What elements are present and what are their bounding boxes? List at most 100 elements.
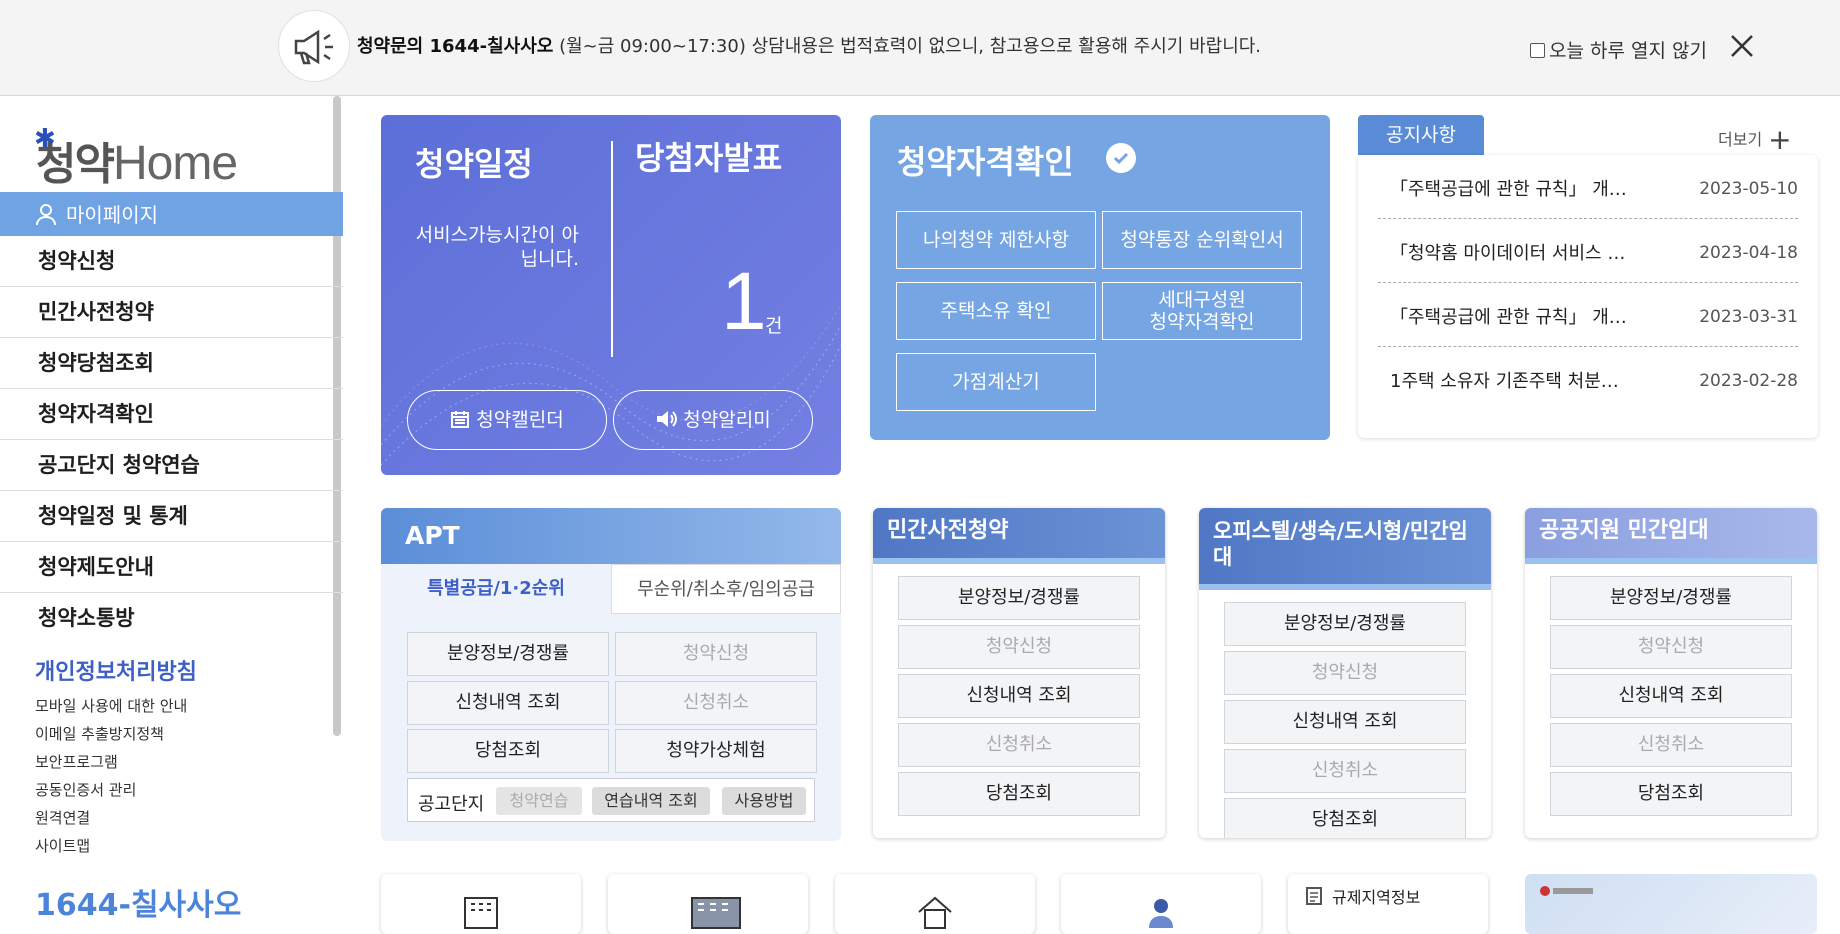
tab-special-supply[interactable]: 특별공급/1·2순위	[381, 564, 611, 614]
qualification-title[interactable]: 청약자격확인	[897, 137, 1074, 183]
apt-card: APT 특별공급/1·2순위 무순위/취소후/임의공급 분양정보/경쟁률 청약신…	[381, 508, 841, 841]
schedule-card: 청약일정 당첨자발표 서비스가능시간이 아닙니다. 1 건 청약캘린더 청약알리…	[381, 115, 841, 475]
sidebar-item-apply[interactable]: 청약신청	[0, 236, 343, 287]
winner-count[interactable]: 1	[721, 255, 767, 349]
house-ownership-button[interactable]: 주택소유 확인	[896, 282, 1096, 340]
footer-link-cert[interactable]: 공동인증서 관리	[35, 776, 187, 804]
logo-star-icon: ✱	[34, 124, 56, 154]
notice-item[interactable]: 「주택공급에 관한 규칙」 개… 2023-05-10	[1378, 155, 1798, 219]
sidebar-item-private-pre[interactable]: 민간사전청약	[0, 287, 343, 338]
notice-item[interactable]: 1주택 소유자 기존주택 처분… 2023-02-28	[1378, 347, 1798, 411]
private-pre-card: 민간사전청약 분양정보/경쟁률 청약신청 신청내역 조회 신청취소 당첨조회	[873, 508, 1165, 838]
sidebar-item-practice[interactable]: 공고단지 청약연습	[0, 440, 343, 491]
site-logo[interactable]: ✱ 청약Home	[34, 124, 256, 190]
officetel-card: 오피스텔/생숙/도시형/민간임대 분양정보/경쟁률 청약신청 신청내역 조회 신…	[1199, 508, 1491, 838]
officetel-cancel-button[interactable]: 신청취소	[1224, 749, 1466, 793]
score-calculator-button[interactable]: 가점계산기	[896, 353, 1096, 411]
rental-cancel-button[interactable]: 신청취소	[1550, 723, 1792, 767]
practice-label: 공고단지	[418, 794, 485, 815]
officetel-history-button[interactable]: 신청내역 조회	[1224, 700, 1466, 744]
practice-button[interactable]: 청약연습	[496, 787, 582, 815]
megaphone-icon	[278, 10, 350, 82]
privacy-policy-link[interactable]: 개인정보처리방침	[35, 654, 197, 686]
mypage-link[interactable]: 마이페이지	[0, 192, 343, 236]
apt-practice-bar: 공고단지 청약연습 연습내역 조회 사용방법	[407, 778, 815, 822]
apt-history-button[interactable]: 신청내역 조회	[407, 681, 609, 725]
notice-text: 청약문의 1644-칠사사오 (월~금 09:00~17:30) 상담내용은 법…	[357, 36, 1262, 57]
apt-title: APT	[381, 508, 841, 564]
sidebar-item-system-guide[interactable]: 청약제도안내	[0, 542, 343, 593]
apt-virtual-experience-button[interactable]: 청약가상체험	[615, 729, 817, 773]
winner-announcement-title[interactable]: 당첨자발표	[635, 139, 815, 177]
private-pre-title: 민간사전청약	[873, 508, 1165, 564]
notice-item[interactable]: 「청약홈 마이데이터 서비스 … 2023-04-18	[1378, 219, 1798, 283]
consultant-icon	[1149, 899, 1173, 928]
quick-link-house[interactable]	[835, 874, 1035, 934]
public-rental-title: 공공지원 민간임대	[1525, 508, 1817, 564]
more-link[interactable]: 더보기 +	[1718, 123, 1792, 156]
calendar-button[interactable]: 청약캘린더	[407, 390, 607, 450]
footer-link-remote[interactable]: 원격연결	[35, 804, 187, 832]
house-icon	[918, 896, 952, 929]
apt-winner-button[interactable]: 당첨조회	[407, 729, 609, 773]
building-icon	[464, 897, 498, 929]
sidebar-menu: 청약신청 민간사전청약 청약당첨조회 청약자격확인 공고단지 청약연습 청약일정…	[0, 236, 343, 644]
footer-link-sitemap[interactable]: 사이트맵	[35, 832, 187, 860]
checkbox-icon[interactable]	[1530, 43, 1545, 58]
footer-link-mobile[interactable]: 모바일 사용에 대한 안내	[35, 692, 187, 720]
phone-number: 1644-칠사사오	[35, 888, 242, 923]
private-cancel-button[interactable]: 신청취소	[898, 723, 1140, 767]
notice-panel: 공지사항 더보기 + 「주택공급에 관한 규칙」 개… 2023-05-10 「청약…	[1358, 115, 1818, 438]
no-show-today-checkbox[interactable]: 오늘 하루 열지 않기	[1530, 36, 1707, 63]
apt-apply-button[interactable]: 청약신청	[615, 632, 817, 676]
private-history-button[interactable]: 신청내역 조회	[898, 674, 1140, 718]
winner-count-unit: 건	[765, 315, 783, 337]
sidebar-item-community[interactable]: 청약소통방	[0, 593, 343, 644]
rental-history-button[interactable]: 신청내역 조회	[1550, 674, 1792, 718]
usage-guide-button[interactable]: 사용방법	[722, 787, 806, 815]
private-sale-info-button[interactable]: 분양정보/경쟁률	[898, 576, 1140, 620]
footer-link-security[interactable]: 보안프로그램	[35, 748, 187, 776]
public-rental-card: 공공지원 민간임대 분양정보/경쟁률 청약신청 신청내역 조회 신청취소 당첨조…	[1525, 508, 1817, 838]
private-apply-button[interactable]: 청약신청	[898, 625, 1140, 669]
tab-unranked-supply[interactable]: 무순위/취소후/임의공급	[611, 564, 841, 614]
service-hours-message: 서비스가능시간이 아닙니다.	[415, 224, 579, 270]
sidebar-item-schedule-stats[interactable]: 청약일정 및 통계	[0, 491, 343, 542]
qualification-card: 청약자격확인 나의청약 제한사항 청약통장 순위확인서 주택소유 확인 세대구성…	[870, 115, 1330, 440]
household-qualification-button[interactable]: 세대구성원 청약자격확인	[1102, 282, 1302, 340]
notice-tab[interactable]: 공지사항	[1358, 115, 1484, 155]
practice-history-button[interactable]: 연습내역 조회	[592, 787, 710, 815]
divider	[611, 141, 613, 357]
officetel-winner-button[interactable]: 당첨조회	[1224, 798, 1466, 838]
notice-list: 「주택공급에 관한 규칙」 개… 2023-05-10 「청약홈 마이데이터 서비…	[1358, 155, 1818, 438]
footer-link-email[interactable]: 이메일 추출방지정책	[35, 720, 187, 748]
notice-item[interactable]: 「주택공급에 관한 규칙」 개… 2023-03-31	[1378, 283, 1798, 347]
footer-links: 모바일 사용에 대한 안내 이메일 추출방지정책 보안프로그램 공동인증서 관리…	[35, 692, 187, 860]
alarm-button[interactable]: 청약알리미	[613, 390, 813, 450]
quick-link-building[interactable]	[381, 874, 581, 934]
schedule-title[interactable]: 청약일정	[415, 139, 533, 185]
speaker-icon	[657, 411, 678, 427]
document-icon	[1306, 887, 1322, 905]
close-icon[interactable]	[1728, 32, 1756, 60]
rental-winner-button[interactable]: 당첨조회	[1550, 772, 1792, 816]
check-circle-icon	[1106, 143, 1136, 173]
user-icon	[36, 204, 56, 226]
sidebar-item-winner-check[interactable]: 청약당첨조회	[0, 338, 343, 389]
apt-cancel-button[interactable]: 신청취소	[615, 681, 817, 725]
quick-link-regulation[interactable]: 규제지역정보	[1288, 874, 1488, 934]
my-restriction-button[interactable]: 나의청약 제한사항	[896, 211, 1096, 269]
account-rank-button[interactable]: 청약통장 순위확인서	[1102, 211, 1302, 269]
top-notice-bar: 청약문의 1644-칠사사오 (월~금 09:00~17:30) 상담내용은 법…	[0, 0, 1840, 96]
sidebar-item-qualification[interactable]: 청약자격확인	[0, 389, 343, 440]
apt-sale-info-button[interactable]: 분양정보/경쟁률	[407, 632, 609, 676]
officetel-apply-button[interactable]: 청약신청	[1224, 651, 1466, 695]
private-winner-button[interactable]: 당첨조회	[898, 772, 1140, 816]
quick-link-apartments[interactable]	[608, 874, 808, 934]
rental-apply-button[interactable]: 청약신청	[1550, 625, 1792, 669]
ministry-emblem-icon	[1540, 886, 1593, 896]
quick-link-consultant[interactable]	[1061, 874, 1261, 934]
promo-banner[interactable]	[1525, 874, 1817, 934]
rental-sale-info-button[interactable]: 분양정보/경쟁률	[1550, 576, 1792, 620]
officetel-sale-info-button[interactable]: 분양정보/경쟁률	[1224, 602, 1466, 646]
